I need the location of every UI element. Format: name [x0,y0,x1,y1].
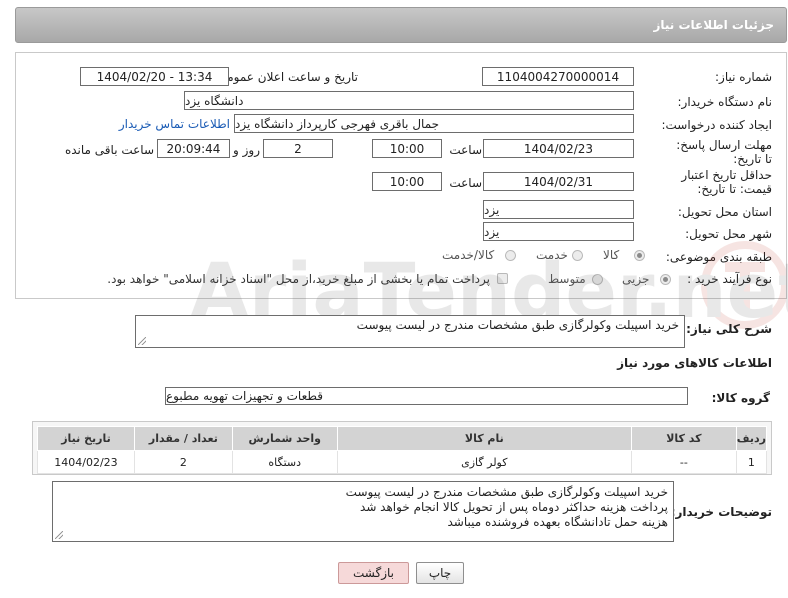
back-button[interactable]: بازگشت [338,562,409,584]
deadline-time-label: ساعت [449,143,482,157]
category-radio-service[interactable] [572,250,583,261]
days-field[interactable]: 2 [263,139,333,158]
province-label: استان محل تحویل: [677,205,772,219]
col-unit: واحد شمارش [231,426,338,451]
goods-table: ردیف کد کالا نام کالا واحد شمارش تعداد /… [37,426,768,474]
description-field[interactable]: خرید اسپیلت وکولرگازی طبق مشخصات مندرج د… [135,315,685,348]
cell-name: کولر گازی [336,450,632,474]
goods-table-container: ردیف کد کالا نام کالا واحد شمارش تعداد /… [32,421,772,475]
deadline-time-field[interactable]: 10:00 [372,139,442,158]
category-option-service: خدمت [536,248,568,262]
process-radio-medium[interactable] [592,274,603,285]
province-field[interactable]: یزد [483,200,634,219]
deadline-date-field[interactable]: 1404/02/23 [483,139,634,158]
print-button[interactable]: چاپ [416,562,464,584]
creator-field[interactable]: جمال باقری فهرجی کارپرداز دانشگاه یزد [234,114,634,133]
cell-code: -- [630,450,737,474]
process-option-medium: متوسط [548,272,586,286]
payment-note: پرداخت تمام یا بخشی از مبلغ خرید،از محل … [107,272,490,286]
goods-group-label: گروه کالا: [711,391,770,405]
buyer-notes-label: توضیحات خریدار: [670,505,772,519]
goods-section-title: اطلاعات کالاهای مورد نیاز [617,356,772,370]
process-option-minor: جزیی [622,272,650,286]
description-label: شرح کلی نیاز: [686,322,772,336]
validity-date-field[interactable]: 1404/02/31 [483,172,634,191]
city-field[interactable]: یزد [483,222,634,241]
buyer-notes-line: خرید اسپیلت وکولرگازی طبق مشخصات مندرج د… [345,485,668,499]
cell-unit: دستگاه [231,450,338,474]
table-row[interactable]: 1 -- کولر گازی دستگاه 2 1404/02/23 [37,450,768,474]
contact-buyer-link[interactable]: اطلاعات تماس خریدار [119,117,230,131]
announce-label: تاریخ و ساعت اعلان عمومی: [213,70,358,84]
creator-label: ایجاد کننده درخواست: [661,118,772,132]
buyer-notes-line: پرداخت هزینه حداکثر دوماه پس از تحویل کا… [360,500,668,514]
payment-checkbox[interactable] [497,273,508,284]
category-radio-goods-service[interactable] [505,250,516,261]
need-number-field[interactable]: 1104004270000014 [482,67,634,86]
cell-date: 1404/02/23 [37,450,135,474]
cell-row: 1 [735,450,768,474]
category-radio-goods[interactable] [634,250,645,261]
need-number-label: شماره نیاز: [715,70,772,84]
process-label: نوع فرآیند خرید : [687,272,772,286]
validity-time-label: ساعت [449,176,482,190]
resize-handle-icon[interactable] [138,337,146,345]
validity-time-field[interactable]: 10:00 [372,172,442,191]
remaining-label: ساعت باقی مانده [64,143,154,157]
process-radio-minor[interactable] [660,274,671,285]
col-code: کد کالا [630,426,737,451]
category-option-goods-service: کالا/خدمت [442,248,495,262]
remaining-time-field[interactable]: 20:09:44 [157,139,230,158]
buyer-notes-field[interactable]: خرید اسپیلت وکولرگازی طبق مشخصات مندرج د… [52,481,674,542]
city-label: شهر محل تحویل: [685,227,772,241]
col-date: تاریخ نیاز [37,426,135,451]
goods-table-header: ردیف کد کالا نام کالا واحد شمارش تعداد /… [37,426,768,451]
col-name: نام کالا [336,426,632,451]
validity-label: حداقل تاریخ اعتبار قیمت: تا تاریخ: [681,168,772,196]
category-label: طبقه بندی موضوعی: [665,250,772,264]
buyer-notes-line: هزینه حمل تادانشگاه بعهده فروشنده میباشد [447,515,669,529]
days-label: روز و [233,143,260,157]
col-qty: تعداد / مقدار [133,426,233,451]
announce-field[interactable]: 1404/02/20 - 13:34 [80,67,229,86]
page-title: جزئیات اطلاعات نیاز [653,18,774,32]
goods-group-field[interactable]: قطعات و تجهیزات تهویه مطبوع [165,387,688,405]
col-row: ردیف [735,426,768,451]
cell-qty: 2 [133,450,233,474]
resize-handle-icon[interactable] [55,531,63,539]
category-option-goods: کالا [603,248,620,262]
buyer-field[interactable]: دانشگاه یزد [184,91,634,110]
deadline-label: مهلت ارسال پاسخ: تا تاریخ: [676,138,772,166]
page-header: جزئیات اطلاعات نیاز [15,7,787,43]
description-text: خرید اسپیلت وکولرگازی طبق مشخصات مندرج د… [356,318,679,332]
buyer-label: نام دستگاه خریدار: [677,95,773,109]
